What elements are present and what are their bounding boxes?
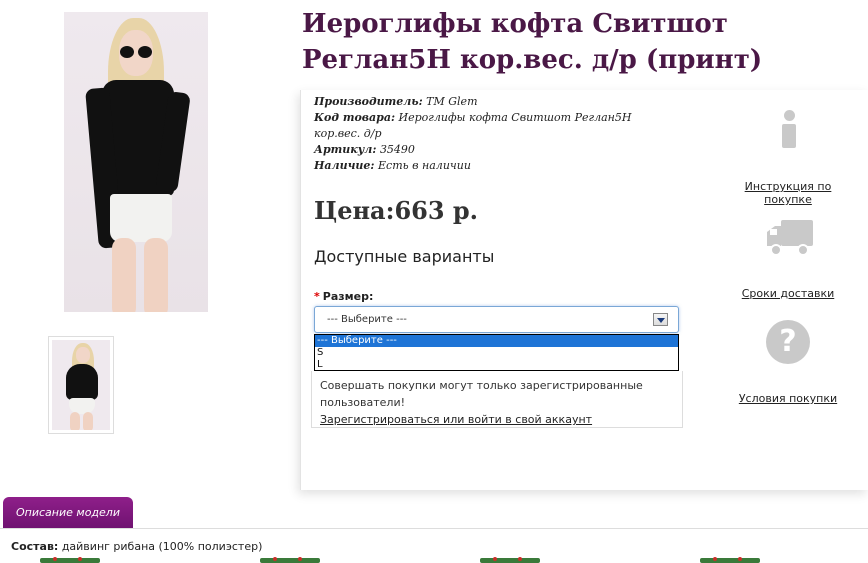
size-label: * Размер: — [314, 290, 373, 303]
size-option[interactable]: S — [315, 347, 678, 359]
login-register-link[interactable]: Зарегистрироваться или войти в свой акка… — [320, 411, 674, 428]
size-select-value: --- Выберите --- — [327, 314, 407, 325]
manufacturer-label: Производитель: — [314, 95, 423, 108]
truck-icon — [767, 220, 813, 256]
terms-link[interactable]: Условия покупки — [730, 392, 846, 405]
registration-notice: Совершать покупки могут только зарегистр… — [311, 371, 683, 428]
question-icon: ? — [766, 320, 810, 364]
size-select[interactable]: --- Выберите --- — [314, 306, 679, 333]
product-info: Производитель: TM Glem Код товара: Иерог… — [314, 94, 644, 174]
tab-description[interactable]: Описание модели — [3, 497, 133, 529]
size-label-text: Размер: — [322, 290, 374, 303]
composition-label: Состав: — [11, 540, 59, 553]
product-title: Иероглифы кофта Свитшот Реглан5Н кор.вес… — [302, 9, 763, 75]
product-price: Цена:663 р. — [314, 196, 479, 225]
composition: Состав: дайвинг рибана (100% полиэстер) — [11, 540, 262, 553]
size-option[interactable]: --- Выберите --- — [315, 335, 678, 347]
sku-value: 35490 — [379, 143, 415, 156]
info-icon — [778, 110, 800, 150]
product-main-image[interactable] — [64, 12, 208, 312]
size-dropdown-list: --- Выберите --- S L — [314, 334, 679, 371]
manufacturer-value: TM Glem — [426, 95, 478, 108]
delivery-link[interactable]: Сроки доставки — [730, 287, 846, 300]
tab-divider — [0, 528, 868, 529]
stock-label: Наличие: — [314, 159, 375, 172]
size-option[interactable]: L — [315, 359, 678, 371]
notice-text: Совершать покупки могут только зарегистр… — [320, 379, 643, 409]
product-code-label: Код товара: — [314, 111, 396, 124]
garland-decoration — [40, 557, 760, 563]
chevron-down-icon[interactable] — [653, 313, 668, 326]
stock-value: Есть в наличии — [378, 159, 471, 172]
required-marker: * — [314, 290, 320, 303]
variants-heading: Доступные варианты — [314, 247, 495, 266]
instructions-link[interactable]: Инструкция по покупке — [722, 180, 854, 206]
product-thumbnail[interactable] — [48, 336, 114, 434]
sku-label: Артикул: — [314, 143, 377, 156]
composition-value: дайвинг рибана (100% полиэстер) — [61, 540, 263, 553]
